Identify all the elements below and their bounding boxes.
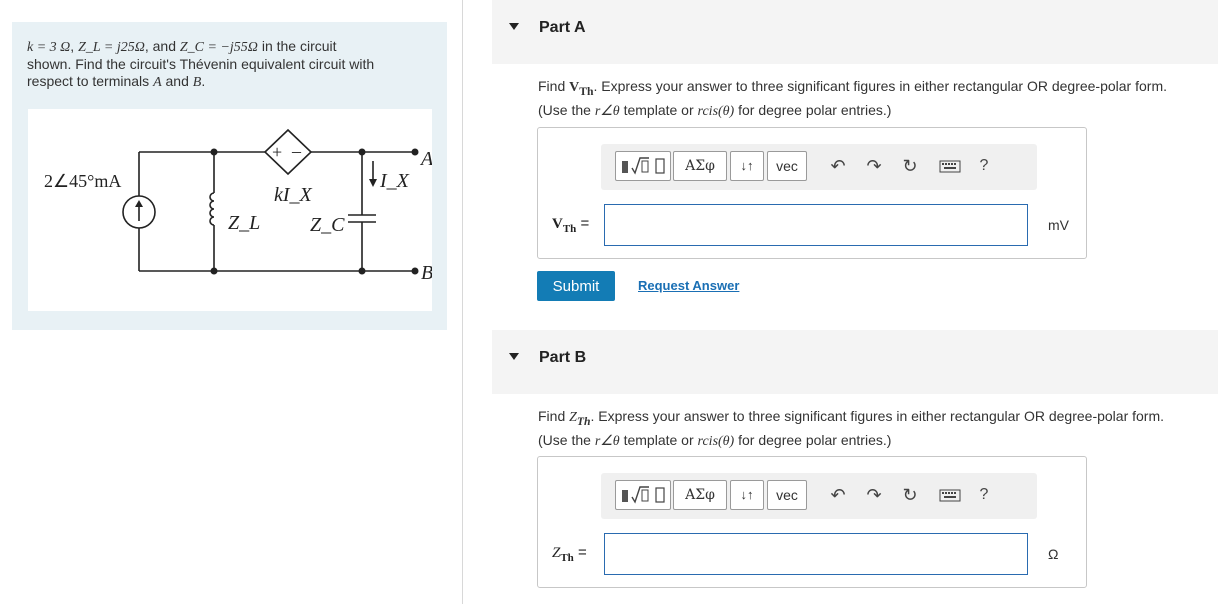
redo-icon[interactable]: ↷ <box>863 152 885 180</box>
submit-button[interactable]: Submit <box>537 271 615 301</box>
and-word: and <box>161 73 193 89</box>
node-top-2 <box>358 148 366 156</box>
part-b-title: Part B <box>539 349 587 366</box>
source-arrowhead <box>135 200 143 207</box>
panel-divider <box>462 0 463 604</box>
vth-var-sub: Th <box>579 84 594 98</box>
sort-button[interactable]: ↓↑ <box>730 151 764 181</box>
rcis-text: rcis(θ) <box>697 103 735 119</box>
prompt-line2-mid: template or <box>619 101 698 118</box>
vector-button[interactable]: vec <box>767 480 807 510</box>
help-button[interactable]: ? <box>973 152 995 180</box>
math-toolbar: ΑΣφ ↓↑ vec ↶ ↷ ↻ ? <box>601 473 1037 519</box>
problem-statement: k = 3 Ω, Z_L = j25Ω, and Z_C = −j55Ω in … <box>27 38 375 90</box>
node-bottom-2 <box>358 267 366 275</box>
equals-sign: = <box>576 215 590 232</box>
undo-icon[interactable]: ↶ <box>827 481 849 509</box>
zl-value: Z_L = j25Ω <box>78 40 145 55</box>
part-b-answer-box: ΑΣφ ↓↑ vec ↶ ↷ ↻ ? ZTh = Ω <box>537 456 1087 588</box>
zc-value: Z_C = −j55Ω <box>179 40 258 55</box>
collapse-caret-icon[interactable] <box>509 23 519 30</box>
vth-answer-input[interactable] <box>604 204 1028 246</box>
node-bottom-1 <box>210 267 218 275</box>
ix-arrowhead <box>369 179 377 187</box>
sort-button[interactable]: ↓↑ <box>730 480 764 510</box>
part-a-answer-box: ΑΣφ ↓↑ vec ↶ ↷ ↻ ? VTh = mV <box>537 127 1087 259</box>
plus-sign: + <box>272 142 282 162</box>
prompt-line2-pre: (Use the <box>538 101 595 118</box>
terminal-a-label: A <box>419 148 432 170</box>
vth-label-main: V <box>552 216 563 232</box>
zl-label: Z_L <box>228 212 260 234</box>
node-top-1 <box>210 148 218 156</box>
templates-button[interactable] <box>615 480 671 510</box>
prompt-line2-post: for degree polar entries.) <box>734 431 892 448</box>
collapse-caret-icon[interactable] <box>509 353 519 360</box>
templates-button[interactable] <box>615 151 671 181</box>
terminal-b-dot <box>411 267 419 275</box>
reset-icon[interactable]: ↻ <box>899 152 921 180</box>
vth-answer-label: VTh = <box>552 215 589 235</box>
zth-unit: Ω <box>1048 546 1059 562</box>
vth-label-sub: Th <box>562 223 577 235</box>
zth-var-main: Z <box>569 410 577 425</box>
keyboard-icon[interactable] <box>939 152 961 180</box>
prompt-line2-post: for degree polar entries.) <box>734 101 892 118</box>
templates-icon <box>622 486 665 504</box>
source-label: 2∠45°mA <box>44 171 121 191</box>
ix-label: I_X <box>379 170 410 192</box>
zth-var-sub: Th <box>576 414 591 428</box>
prompt-mid: . Express your answer to three significa… <box>593 78 1168 94</box>
template-text: r∠θ <box>594 103 620 119</box>
greek-symbols-button[interactable]: ΑΣφ <box>673 151 727 181</box>
prompt-prefix: Find <box>538 78 570 94</box>
dependent-label: kI_X <box>274 184 313 206</box>
rcis-text: rcis(θ) <box>697 433 735 449</box>
part-a-header[interactable]: Part A <box>492 0 1218 64</box>
circuit-diagram: + – 2∠45°mA Z_L kI_X I_X Z_C A B <box>28 109 432 311</box>
part-a-title: Part A <box>539 19 586 36</box>
vth-unit: mV <box>1048 217 1069 233</box>
terminal-a-ref: A <box>153 75 162 90</box>
minus-sign: – <box>291 141 302 161</box>
request-answer-link[interactable]: Request Answer <box>638 278 739 293</box>
prompt-line2-mid: template or <box>619 431 698 448</box>
problem-panel: k = 3 Ω, Z_L = j25Ω, and Z_C = −j55Ω in … <box>12 22 447 330</box>
help-button[interactable]: ? <box>973 481 995 509</box>
prompt-prefix: Find <box>538 408 570 424</box>
zth-answer-label: ZTh = <box>552 544 587 564</box>
vector-button[interactable]: vec <box>767 151 807 181</box>
terminal-b-label: B <box>421 262 432 284</box>
terminal-a-dot <box>411 148 419 156</box>
zth-answer-input[interactable] <box>604 533 1028 575</box>
template-text: r∠θ <box>594 433 620 449</box>
redo-icon[interactable]: ↷ <box>863 481 885 509</box>
zth-label-sub: Th <box>560 552 574 564</box>
prompt-line2-pre: (Use the <box>538 431 595 448</box>
vth-var-main: V <box>569 80 580 95</box>
vth-var: VTh <box>569 80 594 98</box>
keyboard-icon[interactable] <box>939 481 961 509</box>
undo-icon[interactable]: ↶ <box>827 152 849 180</box>
k-value: k = 3 Ω <box>27 40 71 55</box>
greek-symbols-button[interactable]: ΑΣφ <box>673 480 727 510</box>
problem-line2: shown. Find the circuit's Thévenin equiv… <box>27 56 375 72</box>
templates-icon <box>622 157 665 175</box>
zc-label: Z_C <box>310 214 345 236</box>
reset-icon[interactable]: ↻ <box>899 481 921 509</box>
problem-line3: respect to terminals <box>27 73 154 89</box>
problem-line1-tail: in the circuit <box>257 38 337 54</box>
zth-var: ZTh <box>569 410 591 428</box>
part-a-prompt: Find VTh. Express your answer to three s… <box>538 77 1218 121</box>
period: . <box>201 73 206 89</box>
part-b-prompt: Find ZTh. Express your answer to three s… <box>538 407 1218 451</box>
equals-sign: = <box>573 544 587 561</box>
prompt-mid: . Express your answer to three significa… <box>590 408 1165 424</box>
part-b-header[interactable]: Part B <box>492 330 1218 394</box>
math-toolbar: ΑΣφ ↓↑ vec ↶ ↷ ↻ ? <box>601 144 1037 190</box>
inductor <box>209 192 215 226</box>
